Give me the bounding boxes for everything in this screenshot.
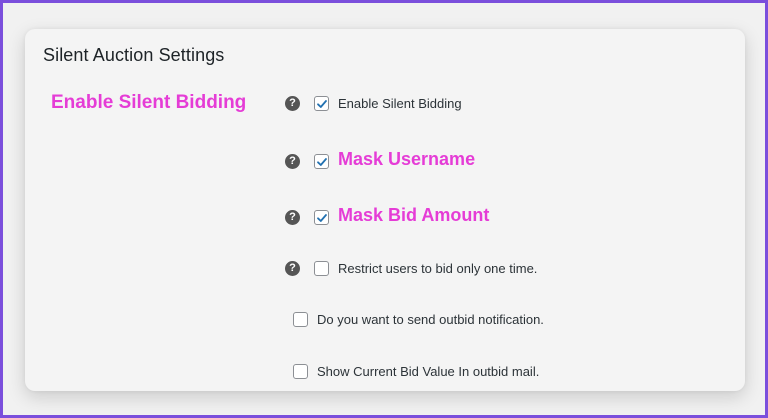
option-show-bid-value-mail: Show Current Bid Value In outbid mail. [293,364,539,379]
checkmark-icon [316,213,327,222]
option-restrict-one-bid: ? Restrict users to bid only one time. [285,261,537,276]
checkmark-icon [316,157,327,166]
option-label: Mask Bid Amount [338,205,490,225]
section-label: Enable Silent Bidding [51,92,247,113]
mask-username-checkbox[interactable] [314,154,329,169]
option-label: Restrict users to bid only one time. [338,261,538,276]
option-enable-silent-bidding: ? Enable Silent Bidding [285,96,462,111]
option-label: Enable Silent Bidding [338,96,462,111]
screenshot-frame: Silent Auction Settings Enable Silent Bi… [3,3,765,415]
option-mask-username: ? Mask Username [285,149,475,170]
help-icon[interactable]: ? [285,96,300,111]
option-outbid-notification: Do you want to send outbid notification. [293,312,544,327]
card-title: Silent Auction Settings [43,45,225,65]
option-label: Do you want to send outbid notification. [317,312,544,327]
restrict-one-bid-checkbox[interactable] [314,261,329,276]
outbid-notification-checkbox[interactable] [293,312,308,327]
enable-silent-bidding-checkbox[interactable] [314,96,329,111]
option-label: Show Current Bid Value In outbid mail. [317,364,540,379]
option-label: Mask Username [338,149,476,169]
checkmark-icon [316,99,327,108]
help-icon[interactable]: ? [285,210,300,225]
settings-card: Silent Auction Settings Enable Silent Bi… [25,29,745,391]
show-bid-value-checkbox[interactable] [293,364,308,379]
help-icon[interactable]: ? [285,261,300,276]
help-icon[interactable]: ? [285,154,300,169]
mask-bid-amount-checkbox[interactable] [314,210,329,225]
option-mask-bid-amount: ? Mask Bid Amount [285,205,489,226]
